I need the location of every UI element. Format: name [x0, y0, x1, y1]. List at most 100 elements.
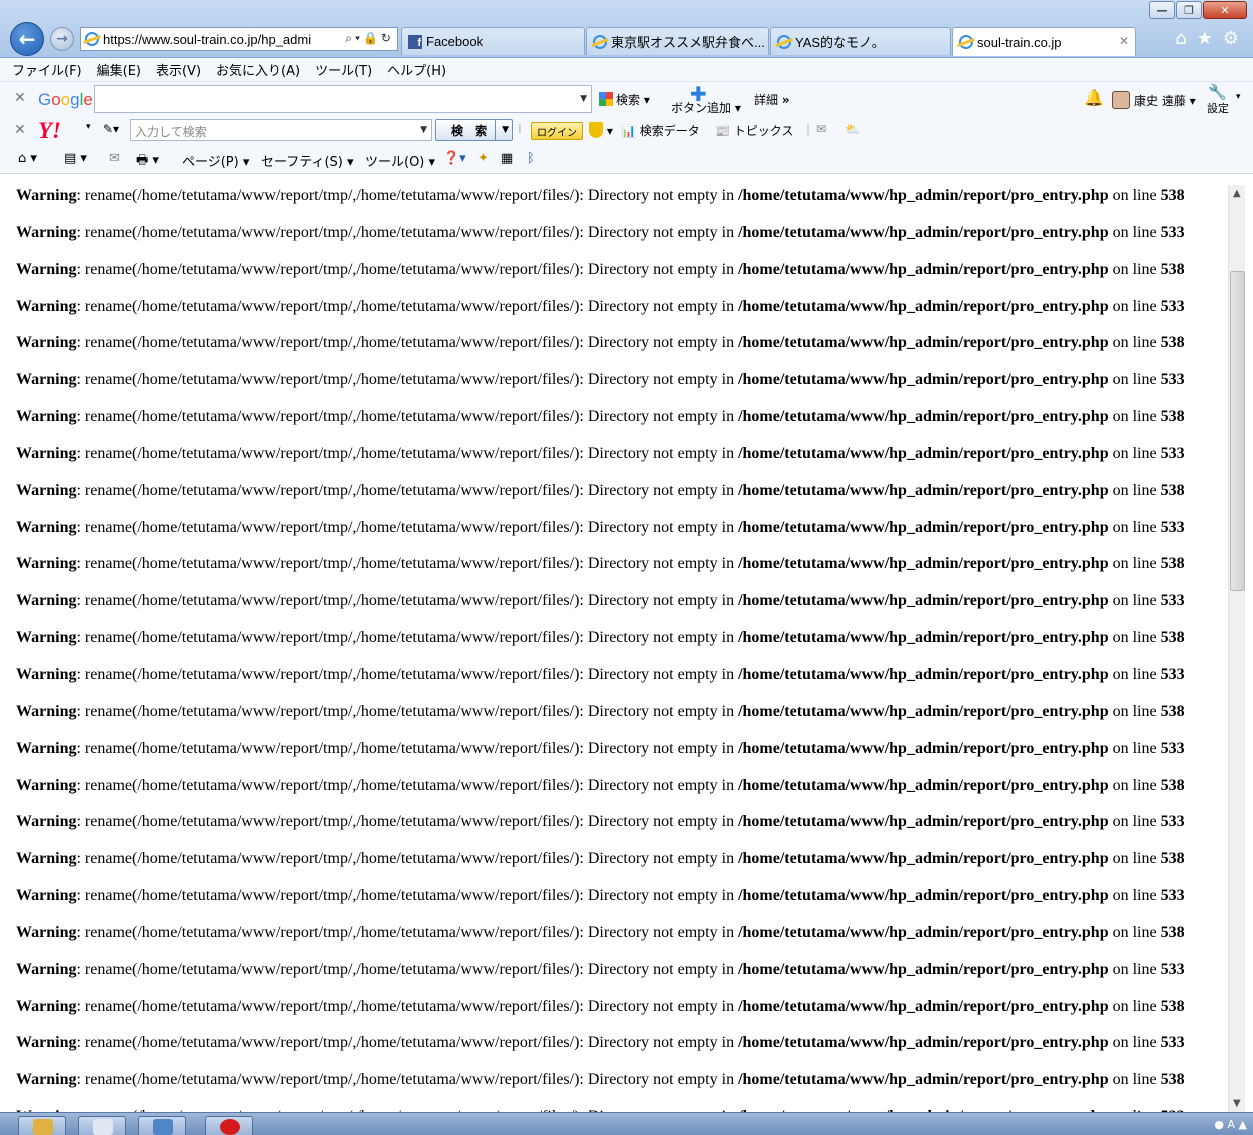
favorites-star-icon[interactable]: ★: [1197, 28, 1213, 49]
address-tools-icons[interactable]: ⌕▾🔒↻: [345, 31, 394, 46]
user-account-button[interactable]: 康史 遠藤 ▾: [1112, 91, 1196, 109]
google-toolbar: ✕ Google ▼ 検索 ▾ ✚ ボタン追加 ▾ 詳細 » 🔔 康史 遠藤 ▾…: [0, 82, 1253, 116]
scroll-up-icon[interactable]: ▲: [1233, 188, 1241, 199]
tab-yas[interactable]: YAS的なモノ。: [770, 27, 951, 55]
yahoo-toolbar: ✕ Y! ▾ ✎▾ 入力して検索 ▼ 検 索 ▼ ⁞ ログイン ▾ 📊 検索データ…: [0, 116, 1253, 146]
ie-page-icon: [959, 35, 973, 49]
pencil-icon[interactable]: ✎▾: [103, 122, 119, 136]
warning-label: Warning: [16, 665, 77, 683]
rss-icon: ▤: [64, 151, 77, 166]
add-button[interactable]: ボタン追加 ▾: [671, 99, 741, 116]
close-button[interactable]: ✕: [1203, 1, 1247, 19]
safety-menu[interactable]: セーフティ(S) ▾: [261, 151, 354, 170]
address-bar[interactable]: https://www.soul-train.co.jp/hp_admi ⌕▾🔒…: [80, 27, 398, 51]
scroll-down-icon[interactable]: ▼: [1233, 1098, 1241, 1109]
maximize-button[interactable]: ❐: [1176, 1, 1202, 19]
warning-message: : rename(/home/tetutama/www/report/tmp/,…: [76, 665, 739, 683]
warning-message: : rename(/home/tetutama/www/report/tmp/,…: [76, 334, 739, 352]
yahoo-search-button[interactable]: 検 索 ▼: [435, 119, 513, 141]
warning-file-path: /home/tetutama/www/hp_admin/report/pro_e…: [738, 702, 1109, 720]
home-icon[interactable]: ⌂: [1175, 28, 1186, 49]
menu-view[interactable]: 表示(V): [156, 60, 201, 79]
yahoo-search-input[interactable]: 入力して検索 ▼: [130, 119, 432, 141]
print-button[interactable]: 🖶 ▾: [136, 151, 159, 173]
weather-icon[interactable]: ⛅: [845, 122, 860, 136]
vertical-scrollbar[interactable]: ▲ ▼: [1228, 185, 1245, 1112]
tab-facebook[interactable]: f Facebook: [401, 27, 585, 55]
warning-line-number: 538: [1160, 629, 1185, 647]
tools-menu[interactable]: ツール(O) ▾: [365, 151, 435, 170]
shield-icon[interactable]: ▾: [589, 122, 613, 138]
topics-button[interactable]: 📰 トピックス: [715, 122, 793, 139]
warning-on-line: on line: [1108, 518, 1161, 536]
ie-page-icon: [593, 34, 607, 49]
taskbar-red-app[interactable]: [205, 1116, 253, 1135]
settings-label[interactable]: 設定: [1207, 100, 1229, 116]
dropdown-arrow-icon[interactable]: ▼: [580, 94, 587, 104]
tab-close-icon[interactable]: ✕: [1119, 34, 1129, 48]
warning-line-number: 533: [1160, 665, 1185, 683]
menu-file[interactable]: ファイル(F): [12, 60, 82, 79]
home-button[interactable]: ⌂ ▾: [18, 151, 37, 166]
warning-label: Warning: [16, 555, 77, 573]
warning-message: : rename(/home/tetutama/www/report/tmp/,…: [76, 297, 739, 315]
warning-message: : rename(/home/tetutama/www/report/tmp/,…: [76, 1034, 739, 1052]
google-search-input[interactable]: ▼: [94, 85, 592, 113]
research-icon[interactable]: ✦: [478, 151, 489, 166]
bluetooth-icon[interactable]: ᛒ: [527, 151, 535, 166]
tab-soul-train[interactable]: soul-train.co.jp ✕: [952, 27, 1136, 56]
back-button[interactable]: ←: [10, 22, 44, 56]
warning-line-number: 538: [1160, 776, 1185, 794]
google-icon: [599, 92, 613, 106]
system-tray[interactable]: ● A ▲: [1214, 1118, 1247, 1131]
warning-on-line: on line: [1108, 371, 1161, 389]
feeds-button[interactable]: ▤ ▾: [64, 151, 87, 166]
warning-label: Warning: [16, 629, 77, 647]
warning-line-number: 533: [1160, 960, 1185, 978]
warning-message: : rename(/home/tetutama/www/report/tmp/,…: [76, 776, 739, 794]
google-search-button[interactable]: 検索 ▾: [599, 91, 650, 108]
tab-label: soul-train.co.jp: [977, 34, 1062, 50]
warning-label: Warning: [16, 1071, 77, 1089]
warning-label: Warning: [16, 887, 77, 905]
menu-edit[interactable]: 編集(E): [97, 60, 141, 79]
yahoo-login-button[interactable]: ログイン: [531, 122, 583, 140]
warning-line-number: 538: [1160, 260, 1185, 278]
minimize-button[interactable]: —: [1149, 1, 1175, 19]
yahoo-menu-dropdown-icon[interactable]: ▾: [86, 122, 91, 132]
mail-icon[interactable]: ✉: [816, 122, 826, 136]
page-menu[interactable]: ページ(P) ▾: [182, 151, 249, 170]
menu-favorites[interactable]: お気に入り(A): [216, 60, 300, 79]
translate-icon[interactable]: ▦: [501, 151, 513, 166]
settings-dropdown-icon[interactable]: ▾: [1236, 92, 1241, 102]
toolbar-close-icon[interactable]: ✕: [14, 90, 26, 106]
warning-line: Warning: rename(/home/tetutama/www/repor…: [8, 986, 1228, 1023]
scrollbar-thumb[interactable]: [1230, 271, 1245, 591]
search-data-button[interactable]: 📊 検索データ: [621, 122, 700, 139]
details-button[interactable]: 詳細 »: [754, 91, 790, 108]
gear-icon[interactable]: ⚙: [1223, 28, 1239, 49]
read-mail-icon[interactable]: ✉: [109, 151, 120, 166]
dropdown-arrow-icon[interactable]: ▼: [420, 125, 427, 135]
warning-file-path: /home/tetutama/www/hp_admin/report/pro_e…: [738, 260, 1109, 278]
menu-help[interactable]: ヘルプ(H): [387, 60, 446, 79]
taskbar-paint-app[interactable]: [18, 1116, 66, 1135]
warning-label: Warning: [16, 297, 77, 315]
help-icon[interactable]: ❓▾: [443, 151, 466, 166]
bell-icon[interactable]: 🔔: [1084, 88, 1104, 107]
wrench-icon[interactable]: 🔧: [1208, 83, 1227, 101]
tab-tokyo-ekiben[interactable]: 東京駅オススメ駅弁食べ...: [586, 27, 769, 55]
toolbar-close-icon[interactable]: ✕: [14, 122, 26, 138]
warning-label: Warning: [16, 481, 77, 499]
warning-line: Warning: rename(/home/tetutama/www/repor…: [8, 838, 1228, 875]
warning-line-number: 533: [1160, 518, 1185, 536]
yahoo-logo[interactable]: Y!: [38, 118, 61, 144]
taskbar-files-app[interactable]: [78, 1116, 126, 1135]
address-url[interactable]: https://www.soul-train.co.jp/hp_admi: [103, 32, 311, 47]
menu-tools[interactable]: ツール(T): [315, 60, 372, 79]
taskbar-remote-app[interactable]: [138, 1116, 186, 1135]
forward-button[interactable]: →: [50, 27, 74, 51]
warning-line-number: 538: [1160, 187, 1185, 204]
warning-file-path: /home/tetutama/www/hp_admin/report/pro_e…: [738, 923, 1109, 941]
warning-message: : rename(/home/tetutama/www/report/tmp/,…: [76, 813, 739, 831]
